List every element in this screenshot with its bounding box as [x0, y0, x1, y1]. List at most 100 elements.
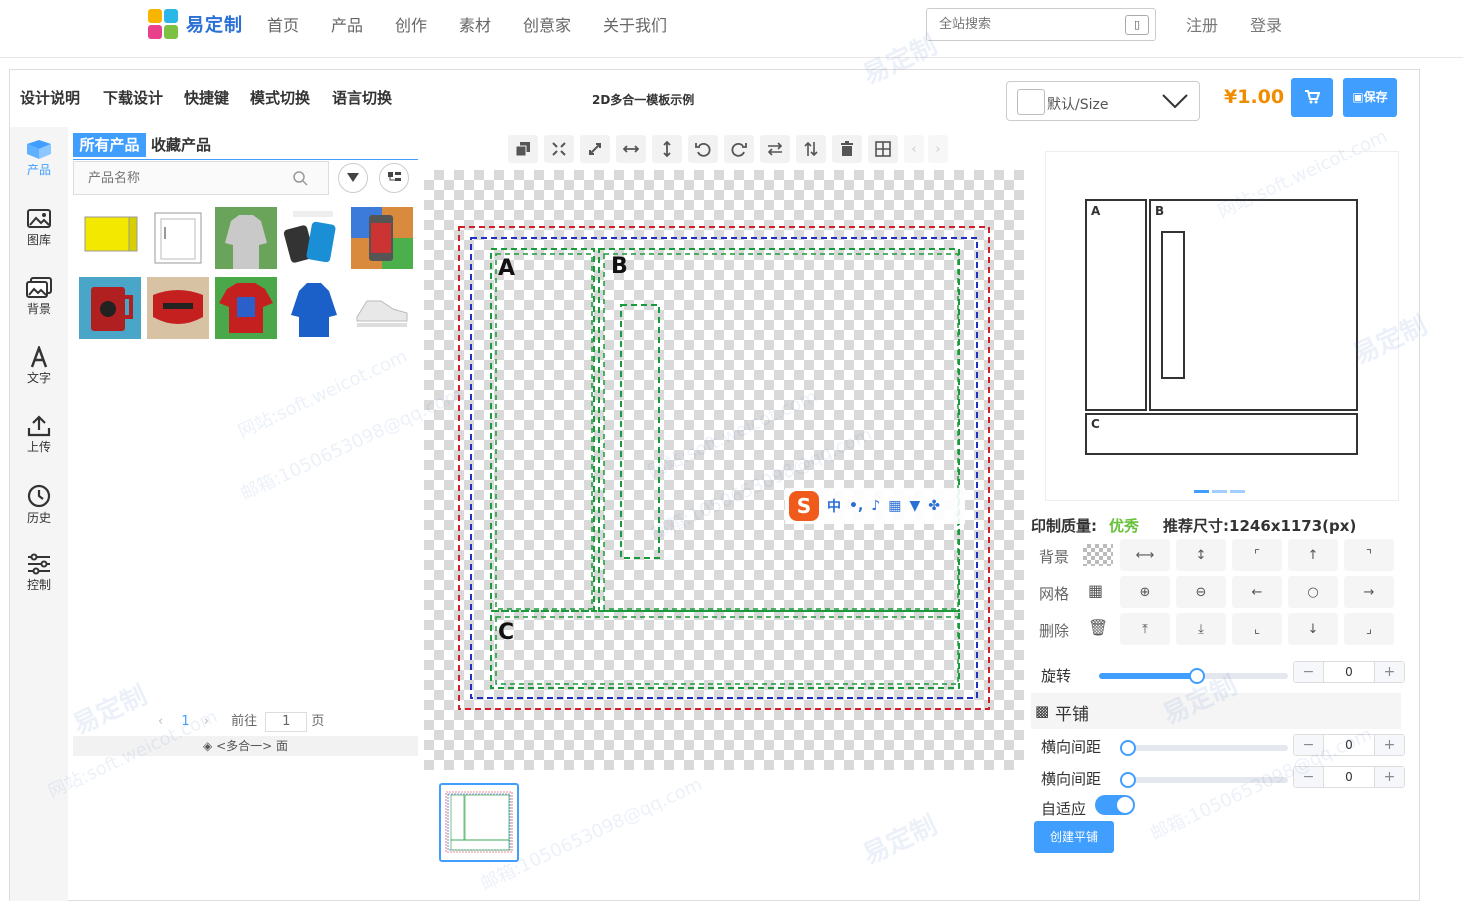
redo-button[interactable] [724, 135, 754, 163]
h-spacing-decrement-button[interactable]: − [1294, 735, 1324, 755]
undo-button[interactable] [688, 135, 718, 163]
h-spacing-value-input[interactable]: 0 [1324, 735, 1374, 755]
align-top-right-button[interactable]: ⌝ [1344, 539, 1394, 571]
menu-design-notes[interactable]: 设计说明 [20, 87, 80, 108]
nav-materials[interactable]: 素材 [459, 12, 491, 36]
save-button[interactable]: ▣保存 [1343, 78, 1397, 117]
grid-toggle-icon[interactable]: ▦ [1088, 581, 1103, 600]
product-thumb-hoodie[interactable] [215, 207, 277, 269]
product-thumb-yellow-box[interactable] [79, 207, 141, 269]
cart-button[interactable] [1291, 78, 1333, 117]
center-button[interactable]: ○ [1288, 576, 1338, 608]
stretch-horizontal-button[interactable] [616, 135, 646, 163]
preview-dot[interactable] [1212, 490, 1227, 493]
nav-products[interactable]: 产品 [331, 12, 363, 36]
skin-icon[interactable]: ▼ [909, 498, 920, 514]
search-icon[interactable] [292, 170, 308, 186]
preview-dot[interactable] [1230, 490, 1245, 493]
sidebar-item-products[interactable]: 产品 [10, 138, 68, 178]
align-bottom-left-button[interactable]: ⌞ [1232, 613, 1282, 645]
product-thumb-jar[interactable] [351, 207, 413, 269]
zone-c-label[interactable]: C [498, 620, 514, 645]
product-search-input[interactable] [74, 162, 274, 194]
flip-vertical-button[interactable] [796, 135, 826, 163]
rotate-slider[interactable] [1099, 668, 1288, 684]
site-logo[interactable]: 易定制 [148, 8, 243, 40]
current-page[interactable]: 1 [181, 714, 189, 729]
h-spacing-increment-button[interactable]: + [1374, 735, 1404, 755]
product-thumb-phone-case[interactable] [283, 207, 345, 269]
punctuation-icon[interactable]: •, [849, 498, 863, 514]
flip-horizontal-button[interactable] [760, 135, 790, 163]
filter-button[interactable] [338, 163, 368, 193]
align-top-left-button[interactable]: ⌜ [1232, 539, 1282, 571]
align-vcenter-button[interactable]: ↕ [1176, 539, 1226, 571]
menu-shortcuts[interactable]: 快捷键 [184, 87, 229, 108]
login-link[interactable]: 登录 [1250, 12, 1282, 36]
h-spacing-slider[interactable] [1120, 740, 1288, 756]
goto-page-input[interactable]: 1 [265, 712, 308, 732]
face-selector[interactable]: ◈ <多合一> 面 [73, 736, 418, 756]
tab-all-products[interactable]: 所有产品 [73, 133, 146, 157]
v-spacing-value-input[interactable]: 0 [1324, 767, 1374, 787]
v-spacing-slider[interactable] [1120, 772, 1288, 788]
zone-b-label[interactable]: B [611, 254, 628, 279]
tab-favorite-products[interactable]: 收藏产品 [151, 133, 231, 157]
product-thumb-fridge[interactable] [147, 207, 209, 269]
toolbar-next-icon[interactable]: › [928, 135, 948, 163]
move-right-button[interactable]: → [1344, 576, 1394, 608]
delete-button[interactable] [832, 135, 862, 163]
rotate-value-input[interactable]: 0 [1324, 662, 1374, 682]
background-transparent-swatch[interactable] [1083, 544, 1113, 566]
ime-toolbar[interactable]: S 中 •, ♪ ▦ ▼ ✤ [785, 488, 965, 524]
page-thumbnail[interactable] [439, 783, 519, 862]
nav-creators[interactable]: 创意家 [523, 12, 571, 36]
sidebar-item-text[interactable]: 文字 [10, 346, 68, 386]
sidebar-item-history[interactable]: 历史 [10, 484, 68, 526]
keyboard-icon[interactable]: ▦ [888, 498, 901, 514]
size-select[interactable]: 默认/Size [1006, 81, 1200, 121]
grid-button[interactable] [868, 135, 898, 163]
sidebar-item-control[interactable]: 控制 [10, 553, 68, 593]
rotate-slider-handle[interactable] [1189, 668, 1206, 684]
align-hcenter-button[interactable]: ⟷ [1120, 539, 1170, 571]
align-top-button[interactable]: ⤒ [1120, 613, 1170, 645]
product-thumb-mug[interactable] [79, 277, 141, 339]
v-spacing-slider-handle[interactable] [1120, 772, 1136, 788]
stretch-vertical-button[interactable] [652, 135, 682, 163]
v-spacing-decrement-button[interactable]: − [1294, 767, 1324, 787]
toolbar-prev-icon[interactable]: ‹ [904, 135, 924, 163]
copy-button[interactable] [508, 135, 538, 163]
search-button[interactable]: ▯ [1125, 15, 1149, 35]
fit-button[interactable] [544, 135, 574, 163]
move-left-button[interactable]: ← [1232, 576, 1282, 608]
expand-button[interactable] [580, 135, 610, 163]
move-up-button[interactable]: ↑ [1288, 539, 1338, 571]
align-bottom-right-button[interactable]: ⌟ [1344, 613, 1394, 645]
design-canvas[interactable]: A B C [424, 170, 1024, 770]
prev-page-icon[interactable]: ‹ [158, 714, 163, 729]
zone-a-label[interactable]: A [498, 256, 515, 281]
zoom-out-button[interactable]: ⊖ [1176, 576, 1226, 608]
rotate-increment-button[interactable]: + [1374, 662, 1404, 682]
move-down-button[interactable]: ↓ [1288, 613, 1338, 645]
register-link[interactable]: 注册 [1186, 12, 1218, 36]
nav-home[interactable]: 首页 [267, 12, 299, 36]
product-thumb-tshirt[interactable] [215, 277, 277, 339]
zoom-in-button[interactable]: ⊕ [1120, 576, 1170, 608]
preview-dot-active[interactable] [1194, 490, 1209, 493]
nav-create[interactable]: 创作 [395, 12, 427, 36]
adaptive-toggle[interactable] [1095, 795, 1135, 815]
rotate-decrement-button[interactable]: − [1294, 662, 1324, 682]
next-page-icon[interactable]: › [204, 714, 209, 729]
menu-language[interactable]: 语言切换 [332, 87, 392, 108]
product-thumb-mask[interactable] [147, 277, 209, 339]
nav-about[interactable]: 关于我们 [603, 12, 667, 36]
create-tile-button[interactable]: 创建平铺 [1034, 821, 1114, 853]
apps-icon[interactable]: ✤ [928, 498, 940, 514]
menu-download[interactable]: 下载设计 [103, 87, 163, 108]
sidebar-item-gallery[interactable]: 图库 [10, 208, 68, 248]
microphone-icon[interactable]: ♪ [871, 498, 880, 514]
product-thumb-sneaker[interactable] [351, 277, 413, 339]
h-spacing-slider-handle[interactable] [1120, 740, 1136, 756]
